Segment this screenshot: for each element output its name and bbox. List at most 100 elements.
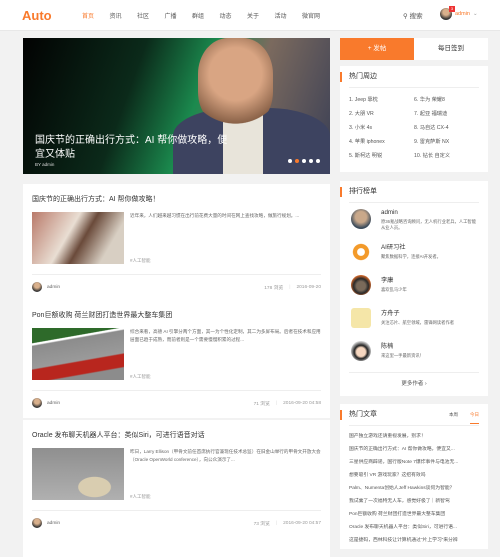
article-tag[interactable]: #人工智能 bbox=[130, 258, 151, 264]
carousel-dot[interactable] bbox=[316, 159, 320, 163]
banner-image-face bbox=[198, 38, 273, 128]
hot-item[interactable]: 10. 钻长 自定义 bbox=[414, 152, 479, 159]
user-menu[interactable]: 3 admin ⌄ bbox=[440, 6, 478, 20]
article-date: 2016-09-20 04:58 bbox=[283, 400, 321, 406]
author-avatar bbox=[351, 341, 371, 361]
daily-checkin-button[interactable]: 每日签到 bbox=[414, 38, 488, 60]
article-tag[interactable]: #人工智能 bbox=[130, 494, 151, 500]
ranking-item[interactable]: 李康 喜欢乱马少年 bbox=[349, 275, 479, 302]
author-desc: 聚焦数据科学，连接AI开发者。 bbox=[381, 254, 441, 259]
nav-groups[interactable]: 群组 bbox=[192, 11, 220, 20]
panel-title-text: 热门文章 bbox=[349, 411, 377, 418]
ranking-panel: 排行榜单 admin 原36氪战略咨询顾问，无人机行业老兵，人工智能从业人员。 A… bbox=[340, 181, 488, 396]
banner-title[interactable]: 国庆节的正确出行方式：AI 帮你做攻略，便宜又体贴 bbox=[35, 134, 235, 162]
view-count: 178 浏览 bbox=[264, 285, 284, 291]
author-name[interactable]: 陈楠 bbox=[381, 341, 424, 350]
article-thumbnail[interactable] bbox=[32, 328, 124, 380]
search-button[interactable]: ⚲ 搜索 bbox=[403, 10, 423, 20]
ranking-item[interactable]: 方舟子关注芯片、航空领域，雷锋网读者作者 bbox=[349, 308, 479, 335]
article-excerpt: 综合来看，高德 AI 引擎分两个方面，其一为个性化定制，其二为多屏布局。后者在技… bbox=[130, 329, 321, 342]
author-name[interactable]: admin bbox=[47, 285, 264, 290]
ranking-item[interactable]: AI研习社聚焦数据科学，连接AI开发者。 bbox=[349, 242, 479, 269]
avatar: 3 bbox=[440, 6, 455, 20]
hot-article-link[interactable]: Oracle 发布聊天机器人平台：类似Siri，可进行语... bbox=[349, 523, 479, 530]
author-name[interactable]: admin bbox=[381, 209, 479, 216]
article-card bbox=[23, 537, 330, 557]
author-desc: 关注芯片、航空领域，雷锋网读者作者 bbox=[381, 320, 455, 325]
author-avatar[interactable] bbox=[32, 398, 42, 408]
nav-about[interactable]: 关于 bbox=[247, 11, 275, 20]
divider: | bbox=[289, 284, 291, 290]
hot-article-link[interactable]: 我试乘了一次福特无人车，感觉好极了｜新智驾 bbox=[349, 497, 479, 504]
hot-products-panel: 热门周边 1. Jeep 靠枕 6. 华为 荣耀8 2. 大朋 VR 7. 起亚 福… bbox=[340, 66, 488, 172]
more-authors-link[interactable]: 更多作者 › bbox=[349, 372, 479, 393]
article-title[interactable]: Pon巨额收购 荷兰财团打造世界最大整车集团 bbox=[32, 310, 321, 320]
hot-item[interactable]: 5. 斯柯达 明锐 bbox=[349, 152, 414, 159]
author-name[interactable]: admin bbox=[47, 401, 254, 406]
hot-article-link[interactable]: Palm、Numenta创始人Jeff Hawkins谈何为智能？ bbox=[349, 484, 479, 491]
author-name[interactable]: 方舟子 bbox=[381, 308, 454, 317]
featured-banner[interactable]: 国庆节的正确出行方式：AI 帮你做攻略，便宜又体贴 BY admin bbox=[23, 38, 330, 174]
nav-feed[interactable]: 动态 bbox=[220, 11, 248, 20]
article-card: 国庆节的正确出行方式：AI 帮你做攻略！ 近年来，人们越来越习惯在出行前花费大量… bbox=[23, 184, 330, 302]
author-avatar[interactable] bbox=[32, 518, 42, 528]
panel-title: 热门周边 bbox=[340, 66, 479, 88]
nav-news[interactable]: 资讯 bbox=[110, 11, 138, 20]
hot-item[interactable]: 1. Jeep 靠枕 bbox=[349, 96, 414, 103]
article-title[interactable]: Oracle 发布聊天机器人平台：类似Siri，可进行语音对话 bbox=[32, 430, 321, 440]
view-count: 71 浏览 bbox=[253, 401, 270, 407]
hot-item[interactable]: 4. 苹果 iphonex bbox=[349, 138, 414, 145]
hot-item[interactable]: 8. 马自达 CX-4 bbox=[414, 124, 479, 131]
tab-this-week[interactable]: 本周 bbox=[449, 412, 458, 424]
author-name[interactable]: AI研习社 bbox=[381, 242, 441, 251]
nav-home[interactable]: 首页 bbox=[82, 11, 110, 20]
divider: | bbox=[275, 520, 278, 526]
article-thumbnail[interactable] bbox=[32, 448, 124, 500]
new-post-button[interactable]: + 发帖 bbox=[340, 38, 414, 60]
hot-article-link[interactable]: 三星供应商辟谣，国行版Note 7爆炸事件与电池无... bbox=[349, 458, 479, 465]
nav-events[interactable]: 活动 bbox=[275, 11, 303, 20]
carousel-dot-active[interactable] bbox=[295, 159, 299, 163]
carousel-dot[interactable] bbox=[309, 159, 313, 163]
tab-today[interactable]: 今日 bbox=[470, 412, 479, 424]
carousel-dots bbox=[288, 159, 320, 163]
author-name[interactable]: admin bbox=[47, 521, 254, 526]
hot-item[interactable]: 3. 小米 4s bbox=[349, 124, 414, 131]
nav-micro-site[interactable]: 微官网 bbox=[302, 11, 330, 20]
ranking-item[interactable]: 陈楠 来这里一手最新资讯！ bbox=[349, 341, 479, 368]
hot-item[interactable]: 2. 大朋 VR bbox=[349, 110, 414, 117]
search-icon: ⚲ bbox=[403, 13, 410, 20]
main-nav: 首页 资讯 社区 广播 群组 动态 关于 活动 微官网 bbox=[82, 11, 330, 20]
hot-item[interactable]: 6. 华为 荣耀8 bbox=[414, 96, 479, 103]
article-card: Pon巨额收购 荷兰财团打造世界最大整车集团 综合来看，高德 AI 引擎分两个方… bbox=[23, 300, 330, 418]
divider: | bbox=[275, 400, 278, 406]
hot-article-link[interactable]: Pon巨额收购 荷兰财团打造世界最大整车集团 bbox=[349, 510, 479, 517]
author-avatar bbox=[351, 242, 371, 262]
notification-badge: 3 bbox=[449, 6, 455, 12]
top-nav-bar: Auto 首页 资讯 社区 广播 群组 动态 关于 活动 微官网 ⚲ 搜索 3 … bbox=[0, 0, 500, 31]
carousel-dot[interactable] bbox=[302, 159, 306, 163]
author-name[interactable]: 李康 bbox=[381, 275, 407, 284]
username: admin bbox=[455, 11, 470, 17]
hot-item[interactable]: 7. 起亚 福瑞迪 bbox=[414, 110, 479, 117]
author-avatar[interactable] bbox=[32, 282, 42, 292]
view-count: 73 浏览 bbox=[253, 521, 270, 527]
article-date: 2016-09-20 04:57 bbox=[283, 520, 321, 526]
hot-article-link[interactable]: 想要吸引 VR 游戏玩家？这招有效吗 bbox=[349, 471, 479, 478]
article-title[interactable]: 国庆节的正确出行方式：AI 帮你做攻略！ bbox=[32, 194, 321, 204]
carousel-dot[interactable] bbox=[288, 159, 292, 163]
hot-article-link[interactable]: 国庆节的正确出行方式：AI 帮你做攻略，便宜又... bbox=[349, 445, 479, 452]
logo[interactable]: Auto bbox=[22, 8, 52, 23]
banner-byline: BY admin bbox=[35, 162, 55, 167]
hot-article-link[interactable]: 这是捷码，西林科技让计算机通过“片上学习”来分辨 bbox=[349, 536, 479, 543]
action-buttons: + 发帖 每日签到 bbox=[340, 38, 488, 60]
ranking-item[interactable]: admin 原36氪战略咨询顾问，无人机行业老兵，人工智能从业人员。 bbox=[349, 209, 479, 236]
hot-article-link[interactable]: 国产独立游戏还请重视发展，别求！ bbox=[349, 432, 479, 439]
article-tag[interactable]: #人工智能 bbox=[130, 374, 151, 380]
article-excerpt: 昨日，Larry Ellison（甲骨文前任首席执行官兼现任技术总监）在旧金山举… bbox=[130, 449, 321, 462]
article-thumbnail[interactable] bbox=[32, 212, 124, 264]
hot-item[interactable]: 9. 雷克萨斯 NX bbox=[414, 138, 479, 145]
panel-title: 热门文章 本周 今日 bbox=[340, 404, 479, 426]
nav-broadcast[interactable]: 广播 bbox=[165, 11, 193, 20]
nav-community[interactable]: 社区 bbox=[137, 11, 165, 20]
